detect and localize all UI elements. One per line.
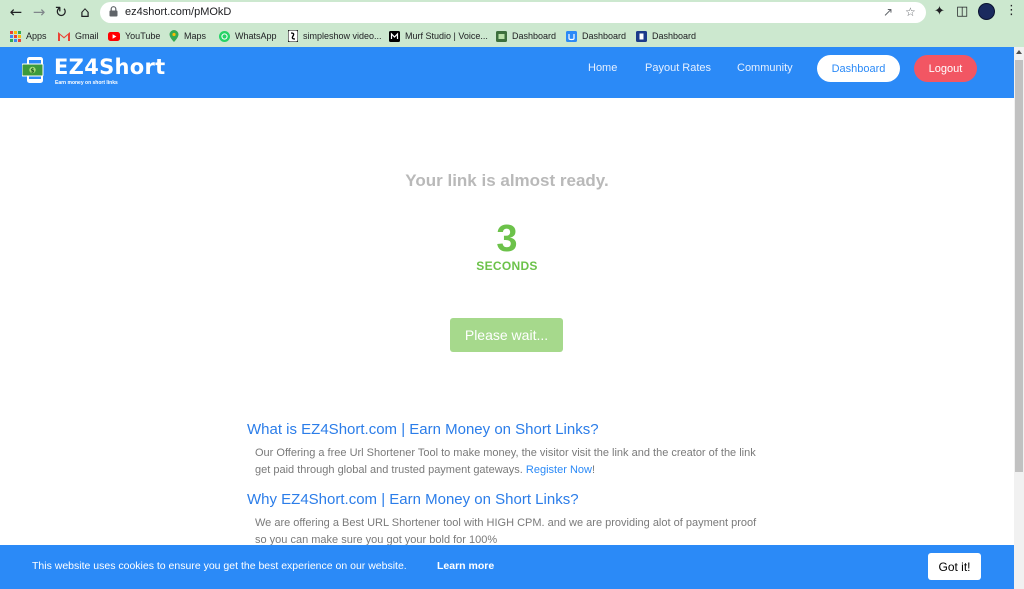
- logout-button[interactable]: Logout: [914, 55, 977, 82]
- forward-arrow-icon[interactable]: →: [30, 3, 48, 21]
- youtube-icon: [108, 31, 120, 41]
- learn-more-link[interactable]: Learn more: [437, 560, 494, 572]
- bookmark-label: WhatsApp: [235, 31, 277, 41]
- whatsapp-icon: [219, 30, 230, 42]
- bookmark-label: YouTube: [125, 31, 161, 41]
- bookmark-star-icon[interactable]: ☆: [905, 5, 916, 19]
- bookmark-label: Dashboard: [652, 31, 697, 41]
- gmail-icon: [58, 32, 70, 41]
- nav-home[interactable]: Home: [588, 62, 617, 74]
- simpleshow-icon: [288, 30, 298, 42]
- bookmark-dashboard-2[interactable]: Dashboard: [566, 28, 626, 44]
- profile-avatar[interactable]: [978, 3, 995, 20]
- section-trailing: !: [591, 463, 596, 476]
- scroll-thumb[interactable]: [1015, 60, 1023, 472]
- cookie-consent-bar: This website uses cookies to ensure you …: [0, 545, 1014, 589]
- logo-phone-money-icon[interactable]: $: [22, 56, 47, 84]
- register-now-link[interactable]: Register Now: [526, 464, 592, 476]
- lock-icon: [109, 6, 118, 17]
- logo-z: Z: [68, 55, 85, 79]
- bookmark-label: Dashboard: [582, 31, 627, 41]
- section-heading-what: What is EZ4Short.com | Earn Money on Sho…: [247, 421, 599, 438]
- apps-grid-icon: [10, 30, 21, 42]
- logo-wordmark[interactable]: EZ4Short: [54, 55, 166, 79]
- almost-ready-heading: Your link is almost ready.: [405, 171, 609, 190]
- bookmark-dashboard-3[interactable]: Dashboard: [636, 28, 696, 44]
- browser-chrome: ← → ↻ ⌂ ez4short.com/pMOkD ↗ ☆ ✦ ◫ ⋮ App…: [0, 0, 1024, 47]
- bookmark-label: Maps: [184, 31, 207, 41]
- section-text-why: We are offering a Best URL Shortener too…: [255, 517, 757, 546]
- bookmark-dashboard-1[interactable]: Dashboard: [496, 28, 556, 44]
- countdown-number: 3: [496, 218, 518, 260]
- bookmark-whatsapp[interactable]: WhatsApp: [219, 28, 277, 44]
- home-icon[interactable]: ⌂: [76, 3, 94, 21]
- address-bar[interactable]: ez4short.com/pMOkD ↗ ☆: [100, 2, 926, 23]
- got-it-button[interactable]: Got it!: [928, 553, 981, 580]
- bookmark-gmail[interactable]: Gmail: [58, 28, 99, 44]
- url-text[interactable]: ez4short.com/pMOkD: [125, 6, 231, 18]
- bookmarks-bar: Apps Gmail YouTube Maps WhatsApp simples…: [0, 25, 1024, 47]
- bookmark-label: simpleshow video...: [303, 31, 382, 41]
- bookmark-murf[interactable]: Murf Studio | Voice...: [389, 28, 488, 44]
- site-header: $ EZ4Short Earn money on short links Hom…: [0, 47, 1014, 98]
- share-icon[interactable]: ↗: [883, 5, 893, 19]
- please-wait-button[interactable]: Please wait...: [450, 318, 563, 352]
- bookmark-label: Murf Studio | Voice...: [405, 31, 488, 41]
- dashboard-icon: [496, 30, 507, 42]
- nav-community[interactable]: Community: [737, 62, 793, 74]
- logo-tagline: Earn money on short links: [55, 80, 118, 86]
- page-scrollbar[interactable]: [1014, 47, 1024, 589]
- dashboard-button[interactable]: Dashboard: [817, 55, 900, 82]
- bookmark-youtube[interactable]: YouTube: [108, 28, 160, 44]
- cookie-message: This website uses cookies to ensure you …: [32, 560, 407, 572]
- reload-icon[interactable]: ↻: [52, 3, 70, 21]
- section-text-what: Our Offering a free Url Shortener Tool t…: [255, 445, 765, 478]
- section-body: Our Offering a free Url Shortener Tool t…: [255, 447, 756, 476]
- section-heading-why: Why EZ4Short.com | Earn Money on Short L…: [247, 491, 579, 508]
- bookmark-simpleshow[interactable]: simpleshow video...: [288, 28, 382, 44]
- bookmark-apps[interactable]: Apps: [10, 28, 47, 44]
- nav-payout-rates[interactable]: Payout Rates: [645, 62, 711, 74]
- logo-prefix: E: [54, 55, 69, 79]
- bookmark-maps[interactable]: Maps: [169, 28, 206, 44]
- extensions-puzzle-icon[interactable]: ✦: [934, 4, 945, 19]
- scroll-up-arrow-icon[interactable]: [1016, 50, 1022, 54]
- bookmark-label: Dashboard: [512, 31, 557, 41]
- bookmark-label: Apps: [26, 31, 47, 41]
- back-arrow-icon[interactable]: ←: [7, 3, 25, 21]
- svg-text:$: $: [30, 67, 34, 74]
- murf-icon: [389, 30, 400, 42]
- bookmark-label: Gmail: [75, 31, 99, 41]
- dashboard-icon: [566, 30, 577, 42]
- side-panel-icon[interactable]: ◫: [956, 4, 968, 19]
- browser-toolbar: ← → ↻ ⌂ ez4short.com/pMOkD ↗ ☆ ✦ ◫ ⋮: [0, 0, 1024, 25]
- logo-suffix: 4Short: [84, 55, 166, 79]
- browser-menu-icon[interactable]: ⋮: [1005, 3, 1018, 18]
- dashboard-icon: [636, 30, 647, 42]
- maps-pin-icon: [169, 30, 179, 42]
- seconds-label: SECONDS: [476, 259, 538, 273]
